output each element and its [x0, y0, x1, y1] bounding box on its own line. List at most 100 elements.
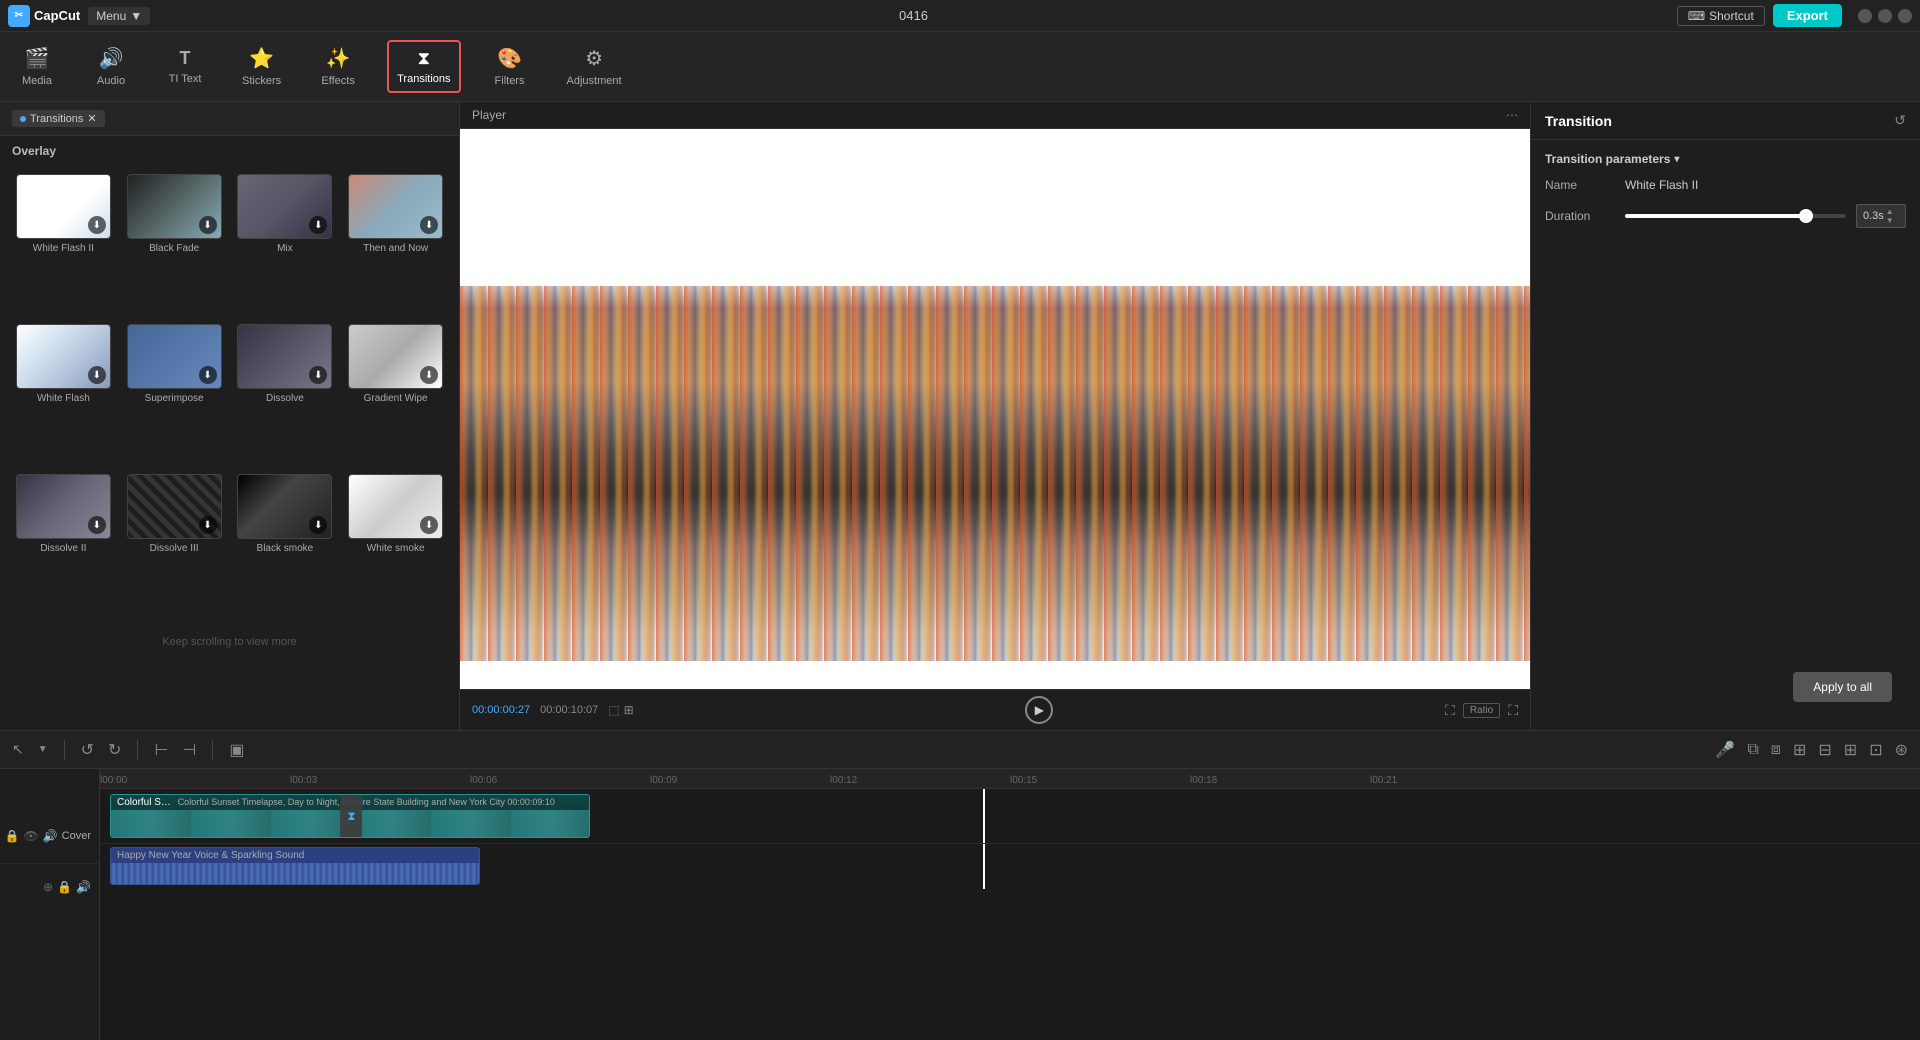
tool-adjustment[interactable]: ⚙ Adjustment [559, 40, 630, 93]
tool-text[interactable]: T TI Text [160, 42, 210, 91]
download-icon-5[interactable]: ⬇ [88, 366, 106, 384]
tag-close[interactable]: ✕ [87, 112, 96, 125]
transition-dissolve[interactable]: ⬇ Dissolve [234, 324, 337, 466]
transition-black-smoke[interactable]: ⬇ Black smoke [234, 474, 337, 616]
select-arrow[interactable]: ▼ [36, 742, 50, 757]
duration-arrows[interactable]: ▲▼ [1886, 207, 1894, 225]
zoom-fit-icon[interactable]: ⛶ [1445, 702, 1455, 719]
undo-tool[interactable]: ↺ [79, 738, 96, 762]
transition-superimpose[interactable]: ⬇ Superimpose [123, 324, 226, 466]
transition-white-smoke[interactable]: ⬇ White smoke [344, 474, 447, 616]
audio-label-icon3[interactable]: 🔊 [76, 880, 91, 894]
thumb-dissolve-2: ⬇ [16, 474, 111, 539]
download-icon-11[interactable]: ⬇ [309, 516, 327, 534]
video-clip[interactable]: Colorful S… Colorful Sunset Timelapse, D… [110, 794, 590, 838]
transition-then-now[interactable]: ⬇ Then and Now [344, 174, 447, 316]
close-button[interactable] [1898, 9, 1912, 23]
grid-icon[interactable]: ⊞ [624, 703, 634, 717]
transition-tl-tool[interactable]: ⧈ [1769, 739, 1783, 761]
transition-mix[interactable]: ⬇ Mix [234, 174, 337, 316]
transition-white-flash[interactable]: ⬇ White Flash [12, 324, 115, 466]
player-preview [460, 129, 1530, 689]
zoom-out-tool[interactable]: ⊟ [1816, 738, 1833, 762]
separator-1 [64, 740, 65, 760]
download-icon-6[interactable]: ⬇ [199, 366, 217, 384]
player-controls: 00:00:00:27 00:00:10:07 ⬚ ⊞ ▶ ⛶ Ratio ⛶ [460, 689, 1530, 730]
params-title-text: Transition parameters [1545, 152, 1670, 166]
tool-media[interactable]: 🎬 Media [12, 40, 62, 93]
frame-prev[interactable]: ⊣ [180, 738, 198, 762]
minimize-button[interactable] [1858, 9, 1872, 23]
shortcut-icon: ⌨ [1688, 9, 1705, 23]
fullscreen-icon[interactable]: ⛶ [1508, 702, 1518, 719]
export-button[interactable]: Export [1773, 4, 1842, 27]
time-total: 00:00:10:07 [540, 704, 598, 716]
split-clip-tool[interactable]: ⧉ [1745, 739, 1760, 761]
shortcut-button[interactable]: ⌨ Shortcut [1677, 6, 1765, 26]
ruler-12: l00:12 [830, 775, 857, 786]
split-tool[interactable]: ⊢ [152, 738, 170, 762]
player-menu-icon[interactable]: ⋯ [1506, 108, 1518, 122]
tool-effects[interactable]: ✨ Effects [313, 40, 363, 93]
tool-filters[interactable]: 🎨 Filters [485, 40, 535, 93]
thumb-mix: ⬇ [237, 174, 332, 239]
audio-clip-label: Happy New Year Voice & Sparkling Sound [111, 848, 479, 863]
transition-white-flash-2[interactable]: ⬇ White Flash II [12, 174, 115, 316]
redo-tool[interactable]: ↻ [106, 738, 123, 762]
top-bar: ✂ CapCut Menu ▼ 0416 ⌨ Shortcut Export [0, 0, 1920, 32]
download-icon-12[interactable]: ⬇ [420, 516, 438, 534]
volume-icon[interactable]: 🔊 [43, 829, 58, 843]
audio-label: Audio [97, 75, 125, 87]
download-icon-9[interactable]: ⬇ [88, 516, 106, 534]
mic-tool[interactable]: 🎤 [1713, 738, 1737, 762]
reset-icon[interactable]: ↺ [1894, 112, 1906, 129]
play-button[interactable]: ▶ [1025, 696, 1053, 724]
audio-label-icon1[interactable]: ⊕ [43, 880, 53, 894]
media-label: Media [22, 75, 52, 87]
label-black-smoke: Black smoke [257, 543, 314, 554]
name-value: White Flash II [1625, 178, 1698, 192]
audio-clip[interactable]: Happy New Year Voice & Sparkling Sound [110, 847, 480, 885]
download-icon-2[interactable]: ⬇ [199, 216, 217, 234]
fit-tool[interactable]: ⊡ [1867, 738, 1884, 762]
align-tool[interactable]: ⊞ [1791, 738, 1808, 762]
transitions-tag[interactable]: Transitions ✕ [12, 110, 105, 127]
menu-button[interactable]: Menu ▼ [88, 7, 150, 25]
apply-all-button[interactable]: Apply to all [1793, 672, 1892, 702]
camera-icon[interactable]: 📷 [0, 829, 1, 843]
duration-slider[interactable] [1625, 214, 1846, 218]
ratio-button[interactable]: Ratio [1463, 703, 1500, 718]
frame-icon[interactable]: ⬚ [608, 703, 619, 717]
thumb-black-fade: ⬇ [127, 174, 222, 239]
maximize-button[interactable] [1878, 9, 1892, 23]
transition-dissolve-2[interactable]: ⬇ Dissolve II [12, 474, 115, 616]
slider-thumb[interactable] [1799, 209, 1813, 223]
transition-black-fade[interactable]: ⬇ Black Fade [123, 174, 226, 316]
player-right-controls: ⛶ Ratio ⛶ [1445, 702, 1518, 719]
eye-icon[interactable]: 👁 [23, 829, 38, 843]
delete-tool[interactable]: ▣ [227, 738, 246, 762]
thumb-superimpose: ⬇ [127, 324, 222, 389]
select-tool[interactable]: ↖ [10, 739, 26, 760]
video-track-label: 📷 🔒 👁 🔊 Cover [0, 809, 99, 864]
transition-marker[interactable]: ⧗ [340, 795, 362, 837]
transition-dissolve-3[interactable]: ⬇ Dissolve III [123, 474, 226, 616]
tool-audio[interactable]: 🔊 Audio [86, 40, 136, 93]
zoom-in-tool[interactable]: ⊞ [1842, 738, 1859, 762]
download-icon-3[interactable]: ⬇ [309, 216, 327, 234]
settings-tl-tool[interactable]: ⊛ [1893, 738, 1910, 762]
tool-stickers[interactable]: ⭐ Stickers [234, 40, 289, 93]
download-icon[interactable]: ⬇ [88, 216, 106, 234]
lock-icon[interactable]: 🔒 [5, 829, 20, 843]
transition-gradient-wipe[interactable]: ⬇ Gradient Wipe [344, 324, 447, 466]
tool-transitions[interactable]: ⧗ Transitions [387, 40, 460, 93]
download-icon-8[interactable]: ⬇ [420, 366, 438, 384]
audio-label-icon2[interactable]: 🔒 [57, 880, 72, 894]
thumb-dissolve: ⬇ [237, 324, 332, 389]
download-icon-7[interactable]: ⬇ [309, 366, 327, 384]
download-icon-4[interactable]: ⬇ [420, 216, 438, 234]
download-icon-10[interactable]: ⬇ [199, 516, 217, 534]
audio-waveform [111, 863, 479, 885]
audio-track: Happy New Year Voice & Sparkling Sound [100, 844, 1920, 889]
timeline-labels: 📷 🔒 👁 🔊 Cover ⊕ 🔒 🔊 [0, 769, 100, 1040]
